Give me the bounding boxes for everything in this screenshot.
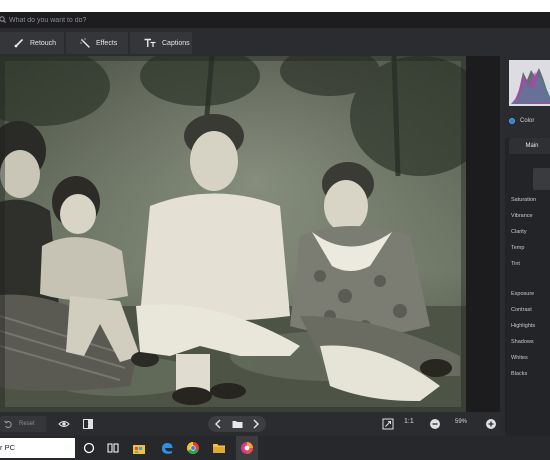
search-input[interactable]	[9, 13, 309, 27]
folder-icon[interactable]	[232, 419, 243, 429]
photo-app-icon[interactable]	[240, 441, 254, 455]
adjustments-panel: Color Main Saturation Vibrance Clarity T…	[500, 56, 550, 436]
color-tab-label: Color	[520, 118, 535, 124]
text-icon	[144, 38, 156, 47]
slider-label-temp: Temp	[511, 245, 525, 251]
taskbar-search-box[interactable]: r PC	[0, 438, 75, 458]
slider-label-tint: Tint	[511, 261, 520, 267]
undo-icon	[4, 419, 12, 428]
main-tab-label: Main	[525, 143, 539, 149]
canvas-area	[0, 56, 500, 412]
slider-label-saturation: Saturation	[511, 197, 537, 203]
slider-label-vibrance: Vibrance	[511, 213, 533, 219]
active-app-highlight	[236, 436, 258, 460]
zoom-out-icon[interactable]	[429, 418, 441, 430]
color-tab[interactable]: Color	[509, 114, 550, 128]
chevron-left-icon[interactable]	[214, 419, 222, 429]
retouch-button[interactable]: Retouch	[0, 32, 64, 54]
captions-label: Captions	[162, 39, 190, 47]
bottom-toolbar: Reset 1:1 59%	[0, 412, 500, 436]
fit-to-screen-icon[interactable]	[382, 418, 394, 430]
magic-wand-icon	[80, 38, 90, 48]
task-view-icon[interactable]	[106, 441, 120, 455]
chevron-right-icon[interactable]	[252, 419, 260, 429]
histogram	[509, 60, 550, 106]
store-icon[interactable]	[132, 441, 146, 455]
brush-icon	[14, 39, 23, 48]
slider-label-whites: Whites	[511, 355, 528, 361]
preset-preview[interactable]	[533, 168, 550, 190]
reset-label: Reset	[19, 421, 35, 427]
filmstrip-nav	[208, 416, 266, 432]
effects-button[interactable]: Effects	[66, 32, 128, 54]
taskbar: r PC	[0, 436, 550, 460]
eye-icon[interactable]	[58, 418, 70, 430]
slider-label-contrast: Contrast	[511, 307, 532, 313]
reset-button[interactable]: Reset	[0, 416, 46, 432]
compare-icon[interactable]	[82, 418, 94, 430]
cortana-icon[interactable]	[82, 441, 96, 455]
edge-icon[interactable]	[160, 441, 174, 455]
actual-size-button[interactable]: 1:1	[404, 418, 414, 425]
slider-label-clarity: Clarity	[511, 229, 527, 235]
effects-label: Effects	[96, 39, 118, 47]
zoom-in-icon[interactable]	[485, 418, 497, 430]
adjustments-box: Main Saturation Vibrance Clarity Temp Ti…	[505, 138, 550, 436]
vintage-family-photo[interactable]	[0, 56, 466, 412]
search-icon	[0, 16, 6, 23]
chrome-icon[interactable]	[186, 441, 200, 455]
color-dot-icon	[509, 118, 515, 124]
zoom-level: 59%	[455, 419, 468, 425]
photo-editor-window: Retouch Effects Captions	[0, 0, 550, 460]
slider-label-shadows: Shadows	[511, 339, 534, 345]
slider-label-exposure: Exposure	[511, 291, 535, 297]
retouch-label: Retouch	[30, 39, 57, 47]
tab-main[interactable]: Main	[509, 138, 550, 154]
file-explorer-icon[interactable]	[212, 441, 226, 455]
slider-label-highlights: Highlights	[511, 323, 536, 329]
toolbar: Retouch Effects Captions	[0, 28, 550, 56]
panel-rail	[466, 56, 500, 412]
slider-label-blacks: Blacks	[511, 371, 528, 377]
captions-button[interactable]: Captions	[130, 32, 192, 54]
search-bar	[0, 12, 550, 28]
